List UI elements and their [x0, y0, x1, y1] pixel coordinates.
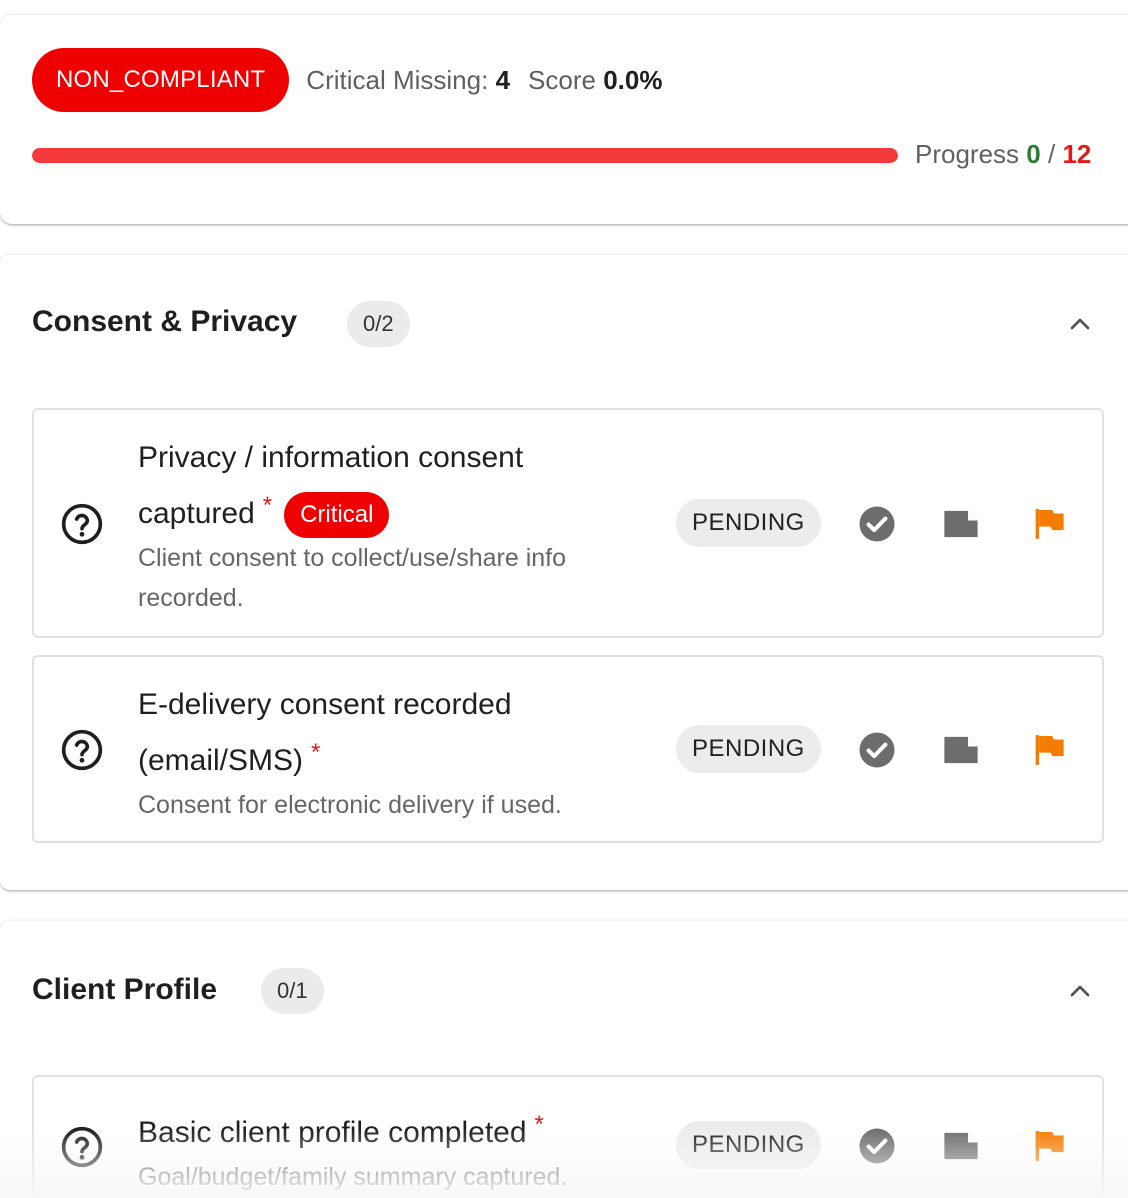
note-icon[interactable] [940, 1125, 982, 1167]
checklist-item: Privacy / information consent captured * C… [32, 408, 1104, 638]
help-circle-icon[interactable] [60, 728, 104, 772]
item-actions: PENDING [676, 499, 1076, 547]
required-asterisk: * [311, 739, 321, 766]
item-description: Consent for electronic delivery if used. [138, 791, 562, 819]
item-title: Basic client profile completed * [138, 1101, 658, 1157]
progress-readout: Progress 0 / 12 [915, 139, 1091, 170]
flag-icon[interactable] [1026, 729, 1068, 771]
item-title-text: Basic client profile completed [138, 1116, 527, 1149]
compliance-summary-card: NON_COMPLIANT Critical Missing: 4 Score … [0, 14, 1128, 224]
item-title-text: E-delivery consent recorded (email/SMS) [138, 688, 512, 777]
item-status-chip[interactable]: PENDING [676, 499, 821, 547]
section-consent-privacy: Consent & Privacy 0/2 Privacy / informat… [0, 254, 1128, 890]
required-asterisk: * [262, 492, 273, 519]
item-text: E-delivery consent recorded (email/SMS) *… [138, 681, 638, 825]
check-circle-icon[interactable] [856, 1125, 898, 1167]
item-actions: PENDING [676, 725, 1076, 773]
item-description: Goal/budget/family summary captured. [138, 1163, 568, 1191]
checklist-item: Basic client profile completed * Goal/bud… [32, 1075, 1104, 1198]
checklist-item: E-delivery consent recorded (email/SMS) *… [32, 655, 1104, 843]
section-title: Consent & Privacy [32, 305, 298, 338]
progress-bar [32, 148, 898, 163]
flag-icon[interactable] [1026, 503, 1068, 545]
item-text: Privacy / information consent captured * C… [138, 434, 638, 618]
score-stat: Score 0.0% [528, 65, 662, 96]
check-circle-icon[interactable] [856, 503, 898, 545]
progress-bar-fill [32, 148, 898, 163]
item-description: Client consent to collect/use/share info… [138, 544, 567, 613]
item-title: E-delivery consent recorded (email/SMS) * [138, 681, 638, 785]
item-status-chip[interactable]: PENDING [676, 725, 821, 773]
item-actions: PENDING [676, 1121, 1076, 1169]
section-count-badge: 0/1 [261, 968, 324, 1014]
critical-missing-value: 4 [495, 64, 511, 95]
chevron-up-icon[interactable] [1064, 975, 1096, 1007]
progress-label: Progress [915, 139, 1020, 169]
help-circle-icon[interactable] [60, 502, 104, 546]
required-asterisk: * [534, 1111, 544, 1138]
critical-missing-stat: Critical Missing: 4 [306, 65, 510, 96]
flag-icon[interactable] [1026, 1125, 1068, 1167]
critical-badge: Critical [284, 492, 390, 539]
section-title: Client Profile [32, 973, 218, 1006]
section-header[interactable]: Consent & Privacy 0/2 [32, 255, 1128, 395]
section-count-badge: 0/2 [347, 301, 410, 347]
critical-missing-label: Critical Missing: [306, 64, 489, 95]
score-label: Score [528, 64, 596, 95]
progress-done-count: 0 [1026, 139, 1041, 169]
note-icon[interactable] [940, 729, 982, 771]
note-icon[interactable] [940, 503, 982, 545]
score-value: 0.0% [603, 64, 663, 95]
compliance-status-badge: NON_COMPLIANT [32, 48, 290, 112]
progress-separator: / [1047, 139, 1056, 169]
chevron-up-icon[interactable] [1064, 308, 1096, 340]
item-status-chip[interactable]: PENDING [676, 1121, 821, 1169]
section-header[interactable]: Client Profile 0/1 [32, 921, 1128, 1061]
item-title: Privacy / information consent captured * C… [138, 434, 638, 539]
progress-total-count: 12 [1062, 139, 1092, 169]
check-circle-icon[interactable] [856, 729, 898, 771]
summary-status-row: NON_COMPLIANT Critical Missing: 4 Score … [32, 48, 662, 112]
item-text: Basic client profile completed * Goal/bud… [138, 1101, 658, 1197]
help-circle-icon[interactable] [60, 1125, 104, 1169]
section-client-profile: Client Profile 0/1 Basic client profile … [0, 920, 1128, 1198]
